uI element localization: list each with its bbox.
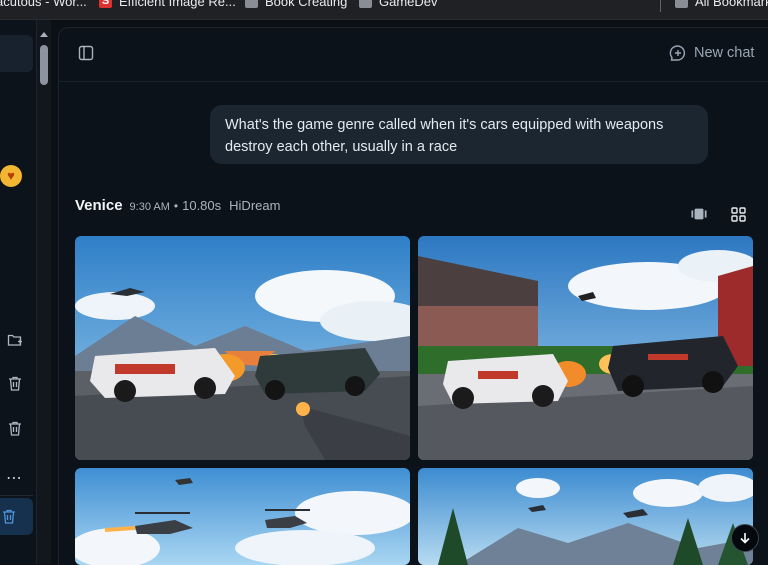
trash-icon[interactable] <box>6 374 24 392</box>
emoji-avatar-icon[interactable]: ♥ <box>0 165 22 187</box>
scroll-thumb[interactable] <box>40 45 48 85</box>
add-folder-icon[interactable] <box>6 331 24 349</box>
carousel-view-button[interactable] <box>691 206 707 222</box>
sidebar-toggle-icon <box>78 45 94 61</box>
model-name: HiDream <box>229 198 281 213</box>
folder-icon <box>359 0 372 8</box>
assistant-message-header: Venice 9:30 AM • 10.80s HiDream <box>75 197 280 214</box>
sidebar-divider <box>0 495 33 496</box>
bookmark-item[interactable]: Book Creating <box>245 0 347 9</box>
arrow-down-icon <box>740 533 750 544</box>
grid-view-button[interactable] <box>730 206 746 222</box>
scrollbar[interactable] <box>37 20 51 564</box>
generated-image-2[interactable] <box>418 236 753 460</box>
generated-image-4[interactable] <box>418 468 753 565</box>
more-options-icon[interactable]: ⋯ <box>6 468 23 488</box>
bookmark-label: All Bookmarks <box>695 0 768 9</box>
assistant-name: Venice <box>75 197 123 214</box>
folder-icon <box>675 0 688 8</box>
new-chat-label: New chat <box>694 45 755 61</box>
new-chat-button[interactable]: New chat <box>669 44 754 62</box>
generated-image-3[interactable] <box>75 468 410 565</box>
scroll-up-arrow-icon[interactable] <box>40 32 48 37</box>
bookmark-item[interactable]: All Bookmarks <box>675 0 768 9</box>
bookmark-label: Efficient Image Re... <box>119 0 236 9</box>
scroll-to-bottom-button[interactable] <box>731 524 759 552</box>
grid-icon <box>730 206 746 222</box>
message-time: 9:30 AM <box>129 201 170 213</box>
generation-duration: 10.80s <box>182 198 222 213</box>
bookmark-item[interactable]: S Efficient Image Re... <box>99 0 236 9</box>
bookmark-label: GameDev <box>379 0 438 9</box>
bookmark-item[interactable]: GameDev <box>359 0 438 9</box>
s-logo-icon: S <box>99 0 112 8</box>
bookmark-label: Book Creating <box>265 0 348 9</box>
trash-icon[interactable] <box>6 419 24 437</box>
sidebar: ♥ ⋯ <box>0 20 37 564</box>
bookmarks-bar: acutous - Wor... S Efficient Image Re...… <box>0 0 768 20</box>
user-message: What's the game genre called when it's c… <box>210 105 708 164</box>
folder-icon <box>245 0 258 8</box>
toggle-sidebar-button[interactable] <box>77 44 95 62</box>
new-chat-icon <box>669 45 686 61</box>
meta-separator: • <box>173 199 179 213</box>
bookmarks-divider <box>660 0 661 12</box>
generated-image-1[interactable] <box>75 236 410 460</box>
sidebar-active-item[interactable] <box>0 35 33 72</box>
bookmark-item[interactable]: acutous - Wor... <box>0 0 87 9</box>
chat-panel: New chat What's the game genre called wh… <box>58 27 768 565</box>
carousel-icon <box>691 208 707 220</box>
sidebar-selected-item[interactable] <box>0 498 33 535</box>
bookmark-label: acutous - Wor... <box>0 0 87 9</box>
trash-icon[interactable] <box>0 507 18 525</box>
chat-topbar: New chat <box>59 28 768 82</box>
